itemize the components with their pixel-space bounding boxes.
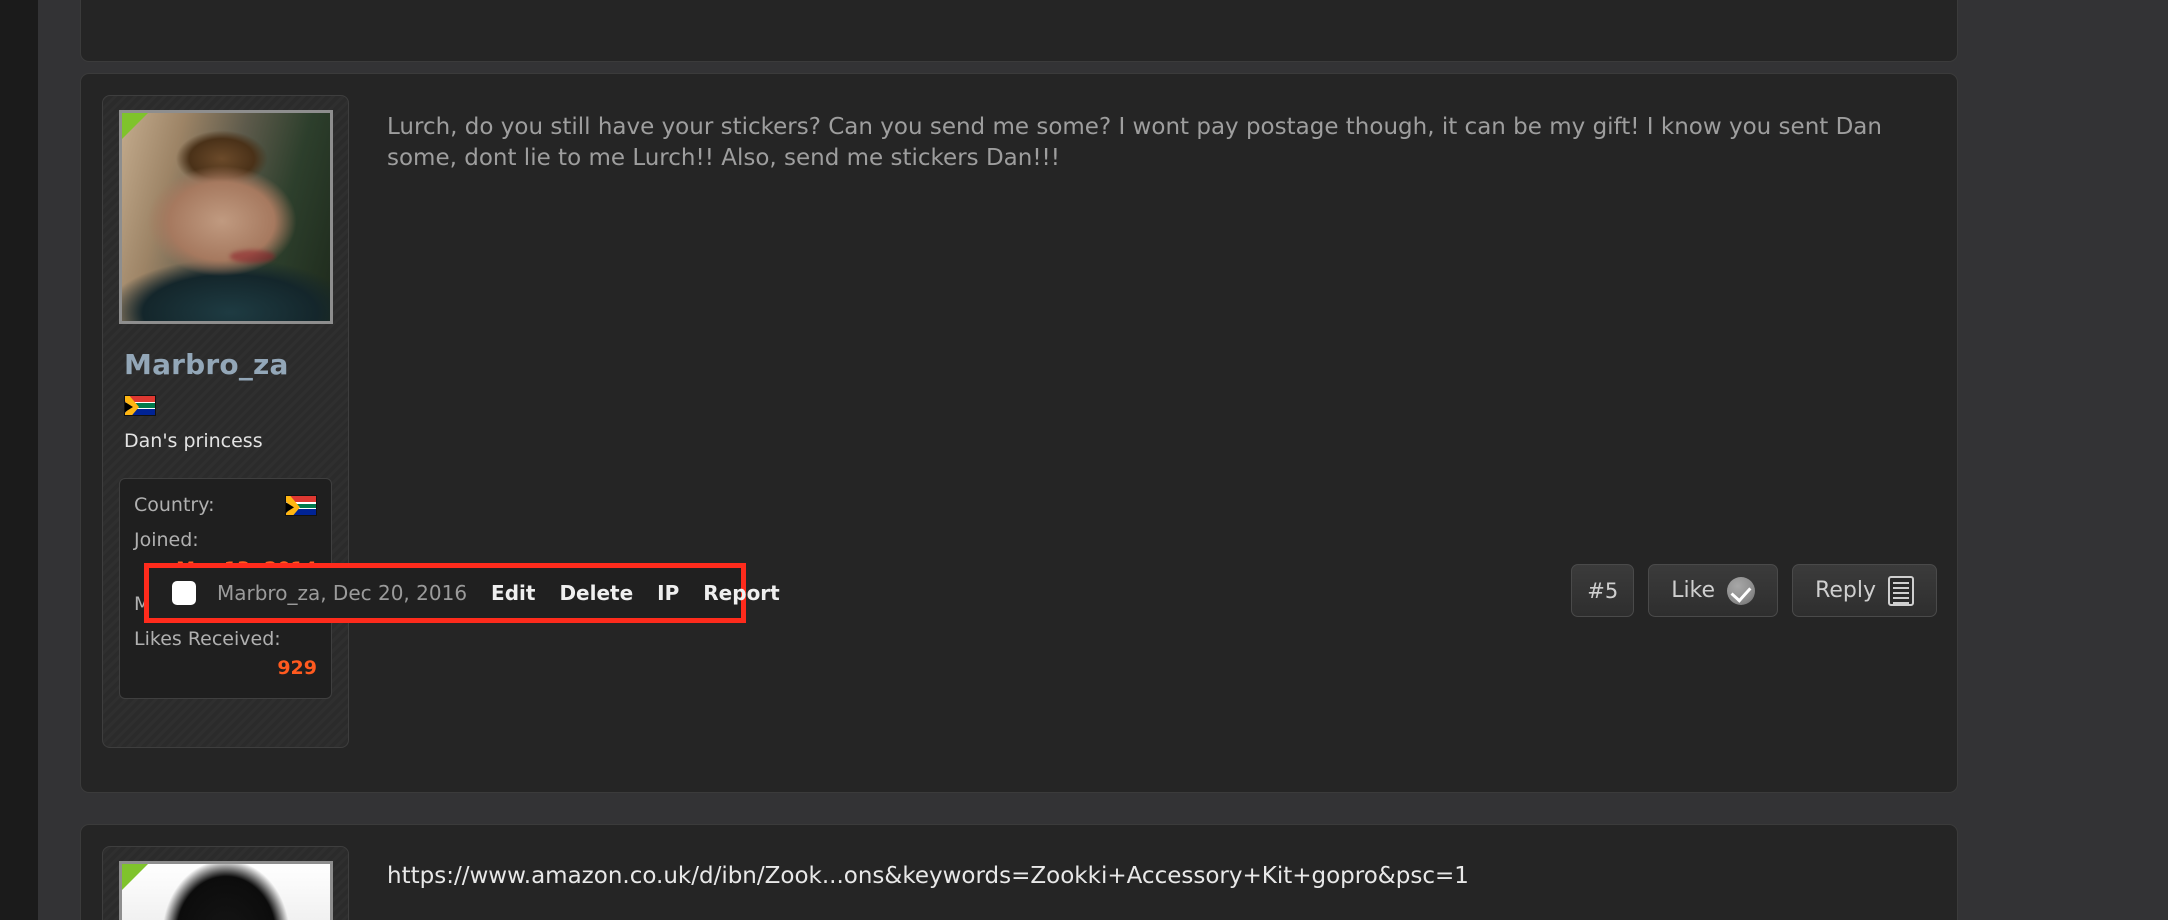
stat-label-joined: Joined: xyxy=(134,528,199,551)
post-card-previous: 1,694 xyxy=(80,0,1958,62)
edit-link[interactable]: Edit xyxy=(491,581,535,605)
check-circle-icon xyxy=(1727,576,1756,605)
post-message-body: Lurch, do you still have your stickers? … xyxy=(371,94,1937,774)
country-flag-icon xyxy=(285,495,317,517)
delete-link[interactable]: Delete xyxy=(559,581,633,605)
post-select-checkbox[interactable] xyxy=(172,581,196,605)
username-link[interactable]: Marbro_za xyxy=(124,348,348,381)
online-status-corner-icon-next xyxy=(121,864,148,890)
stat-label-country: Country: xyxy=(134,494,215,516)
reply-button[interactable]: Reply xyxy=(1792,564,1937,617)
south-africa-flag-icon xyxy=(124,395,156,416)
stat-label-likes-received: Likes Received: xyxy=(134,627,281,650)
avatar-image xyxy=(121,113,330,321)
reply-button-label: Reply xyxy=(1815,578,1876,603)
post-message-body-next: https://www.amazon.co.uk/d/ibn/Zook...on… xyxy=(371,845,1937,920)
ip-link[interactable]: IP xyxy=(657,581,679,605)
post-card-next: https://www.amazon.co.uk/d/ibn/Zook...on… xyxy=(80,824,1958,920)
user-title: Dan's princess xyxy=(124,430,263,452)
stat-row-country: Country: xyxy=(134,493,317,519)
avatar-image-next xyxy=(121,864,330,920)
post-actions: #5 Like Reply xyxy=(1571,564,1937,617)
screenshot-viewport: 1,694 Marbro_za Dan's princess Country: xyxy=(0,0,2168,920)
user-info-column-next xyxy=(102,846,349,920)
report-link[interactable]: Report xyxy=(703,581,779,605)
post-byline: Marbro_za, Dec 20, 2016 xyxy=(217,581,468,605)
post-number-label: #5 xyxy=(1587,578,1619,603)
post-message-text: Lurch, do you still have your stickers? … xyxy=(387,114,1882,172)
post-footer-bar-highlighted: Marbro_za, Dec 20, 2016 Edit Delete IP R… xyxy=(144,563,780,623)
post-card-marbro-za: Marbro_za Dan's princess Country: Joined… xyxy=(80,73,1958,793)
user-info-column: Marbro_za Dan's princess Country: Joined… xyxy=(102,95,349,748)
stat-row-likes-received: Likes Received: 929 xyxy=(134,627,317,682)
post-number-button[interactable]: #5 xyxy=(1571,564,1635,617)
like-button-label: Like xyxy=(1671,578,1716,603)
post-link-text[interactable]: https://www.amazon.co.uk/d/ibn/Zook...on… xyxy=(371,845,1937,889)
like-button[interactable]: Like xyxy=(1648,564,1779,617)
avatar-next[interactable] xyxy=(118,861,333,920)
online-status-corner-icon xyxy=(121,113,148,139)
stat-value-likes-received: 929 xyxy=(277,657,317,680)
avatar[interactable] xyxy=(118,110,333,324)
document-lines-icon xyxy=(1888,575,1914,606)
